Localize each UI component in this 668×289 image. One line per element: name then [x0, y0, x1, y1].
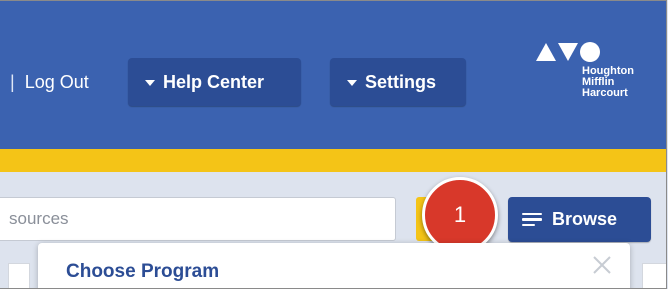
- close-icon[interactable]: [590, 253, 614, 277]
- app-frame: | Log Out Help Center Settings Houghton …: [0, 0, 667, 289]
- choose-program-panel: Choose Program: [38, 243, 630, 288]
- accent-bar: [0, 149, 666, 172]
- settings-label: Settings: [365, 71, 437, 92]
- browse-button[interactable]: Browse: [508, 197, 651, 242]
- top-header: | Log Out Help Center Settings Houghton …: [0, 1, 666, 149]
- browse-label: Browse: [552, 209, 618, 229]
- hmh-logo: Houghton Mifflin Harcourt: [534, 41, 654, 121]
- hmh-logo-mark: [536, 42, 600, 62]
- step-callout-badge: 1: [422, 177, 498, 253]
- caret-down-icon: [347, 80, 357, 86]
- caret-down-icon: [145, 80, 155, 86]
- help-center-label: Help Center: [163, 71, 265, 92]
- search-input[interactable]: sources: [0, 197, 396, 241]
- settings-button[interactable]: Settings: [330, 58, 466, 106]
- background-card: [642, 263, 666, 288]
- background-card: [8, 263, 30, 288]
- nav-separator: |: [10, 72, 15, 92]
- panel-title: Choose Program: [66, 261, 220, 282]
- logout-group: | Log Out: [10, 67, 89, 97]
- help-center-button[interactable]: Help Center: [128, 58, 301, 106]
- hmh-brand-text: Houghton Mifflin Harcourt: [582, 66, 634, 99]
- brand-line: Harcourt: [582, 87, 628, 99]
- logout-link[interactable]: Log Out: [25, 67, 89, 97]
- menu-lines-icon: [522, 212, 542, 227]
